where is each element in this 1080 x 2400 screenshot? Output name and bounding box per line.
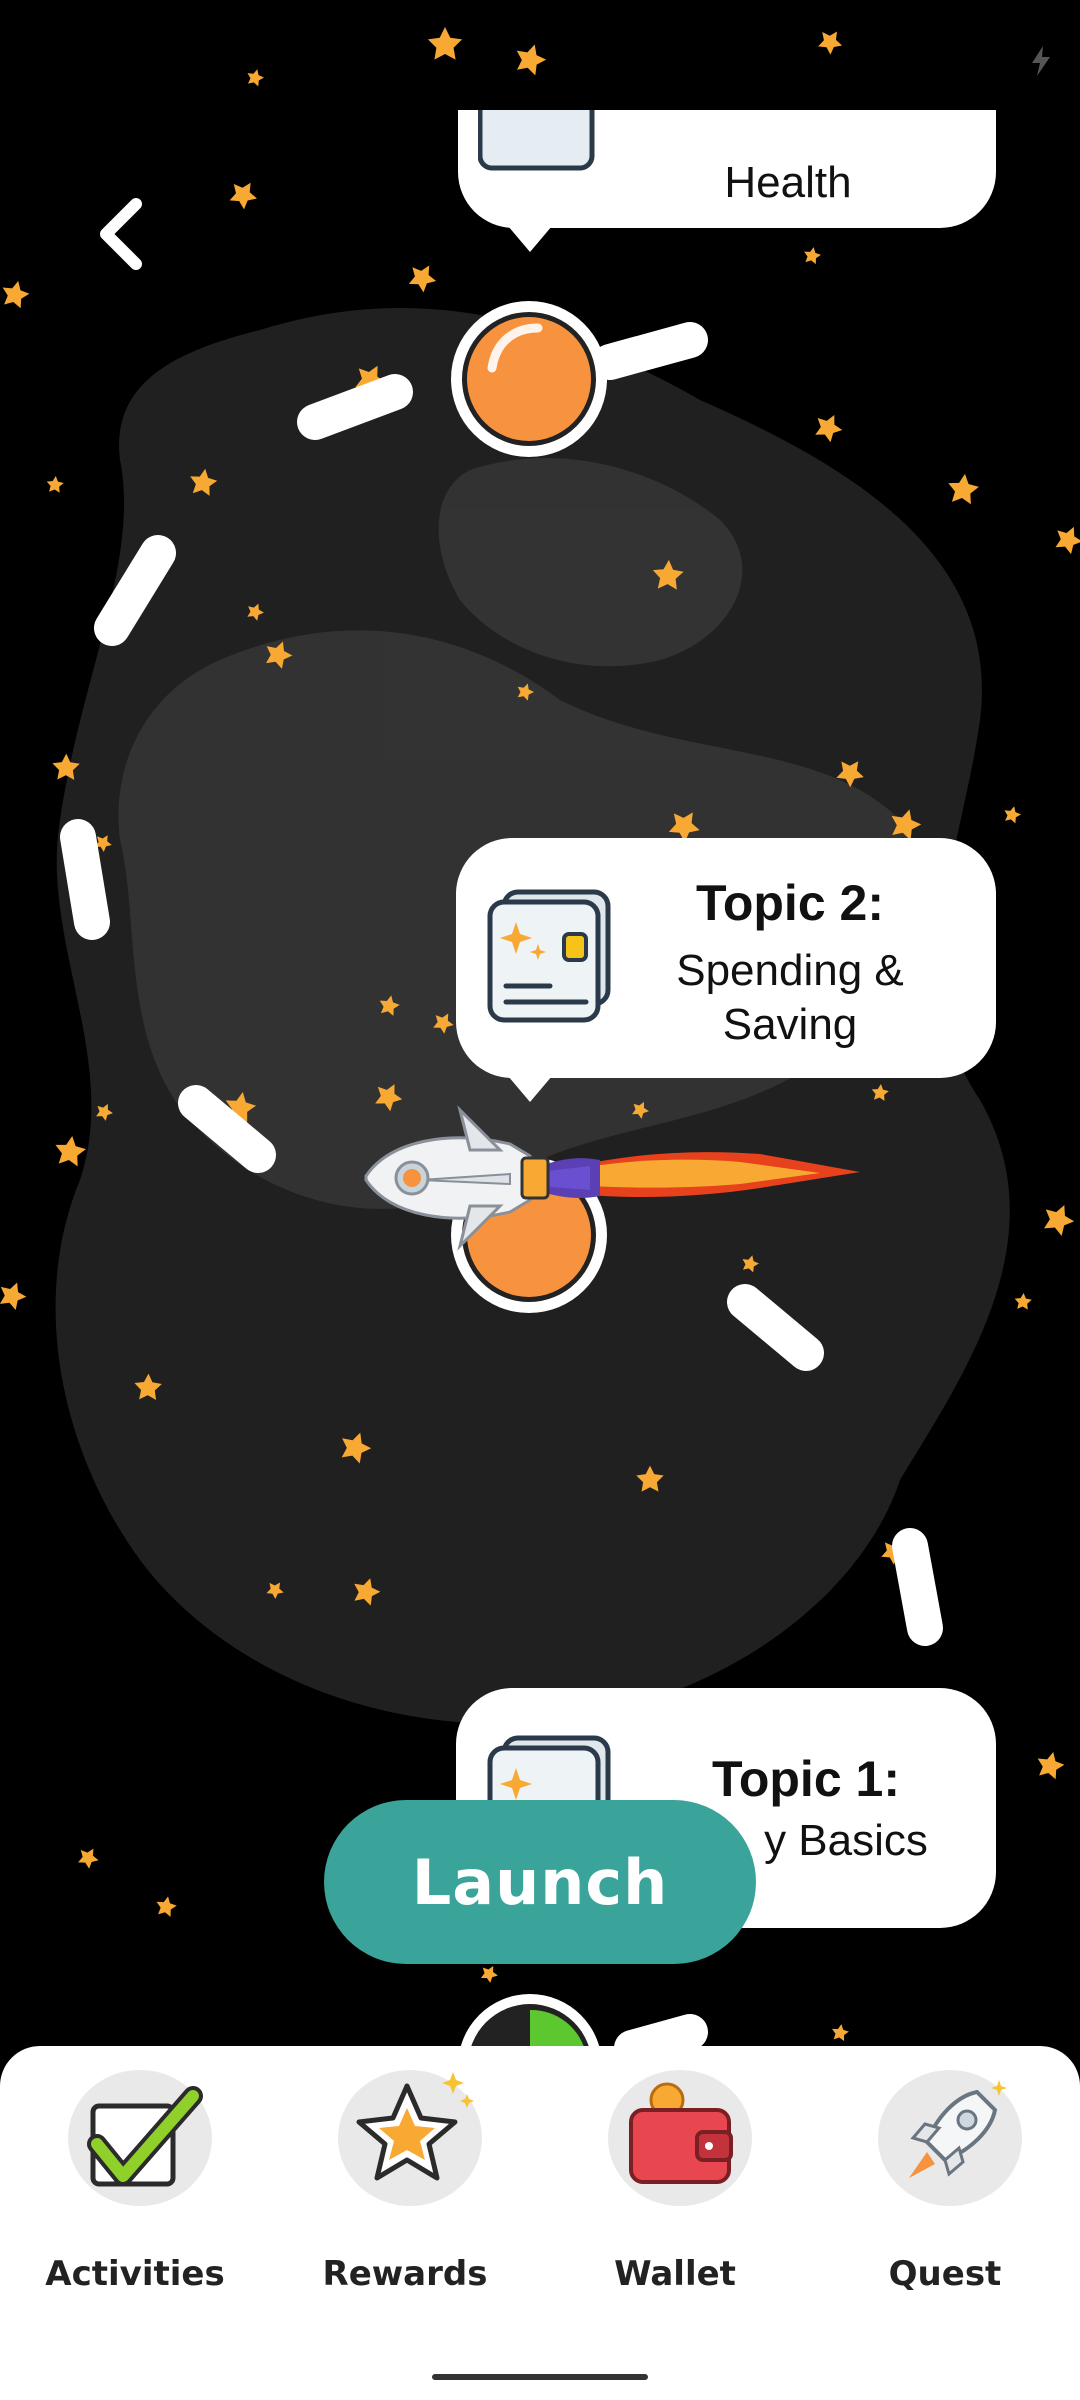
star-decoration [946,472,981,505]
star-decoration [1013,1292,1033,1310]
star-decoration [1034,1748,1067,1781]
nav-label: Activities [45,2254,225,2294]
chevron-left-icon[interactable] [92,192,152,276]
rocket-icon [364,1105,860,1251]
wallet-icon [608,2070,752,2206]
topic-subtitle-line2: Saving [722,1000,858,1049]
star-decoration [74,1843,103,1871]
nav-item-quest[interactable]: Quest [835,2066,1055,2336]
topic-title: Topic 1: [712,1751,900,1807]
topic-node-completed[interactable] [458,1994,602,2046]
flash-icon [1032,46,1050,76]
card-icon [487,889,611,1023]
star-decoration [225,175,263,213]
star-decoration [404,258,442,295]
star-decoration [802,245,823,265]
rocket-icon [878,2070,1022,2206]
star-decoration [154,1894,179,1918]
star-decoration [0,1277,30,1312]
topic-subtitle-line1: Spending & [676,946,904,995]
topic-title: Topic 2: [696,875,884,931]
star-decoration [830,2022,850,2042]
star-decoration [0,277,32,310]
star-decoration [45,475,65,494]
star-decoration [1038,1199,1079,1239]
nav-label: Rewards [322,2254,488,2294]
star-icon [338,2070,482,2206]
checkmark-icon [68,2070,212,2206]
nav-item-activities[interactable]: Activities [25,2066,245,2336]
launch-button[interactable]: Launch [324,1800,756,1964]
topic-subtitle: Health [724,158,852,207]
star-decoration [244,67,266,88]
star-decoration [1050,521,1080,557]
topic-bubble-health[interactable]: Health [458,110,996,228]
star-decoration [511,40,550,78]
card-icon [478,110,595,171]
star-decoration [478,1962,501,1985]
nav-label: Quest [888,2254,1002,2294]
nav-label: Wallet [614,2254,736,2294]
star-decoration [810,409,847,445]
bottom-nav: Activities Rewards Wallet Quest [0,2046,1080,2400]
nav-item-rewards[interactable]: Rewards [295,2066,515,2336]
nav-item-wallet[interactable]: Wallet [565,2066,785,2336]
home-indicator [432,2374,648,2380]
star-decoration [814,24,847,58]
topic-bubble-2[interactable]: Topic 2: Spending & Saving [456,838,996,1078]
quest-map: Health Topic 2: Spending & Saving Topic … [0,0,1080,2046]
star-decoration [1001,804,1023,825]
star-decoration [52,1133,88,1168]
topic-node-orange[interactable] [448,298,610,460]
bubble-pointer [508,226,552,252]
star-decoration [427,27,463,60]
